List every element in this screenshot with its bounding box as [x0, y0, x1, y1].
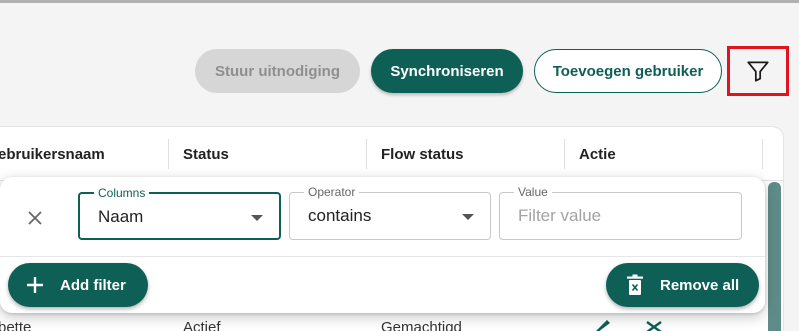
- column-header-action[interactable]: Actie: [579, 127, 616, 181]
- column-separator: [762, 139, 763, 169]
- add-user-button[interactable]: Toevoegen gebruiker: [534, 49, 722, 93]
- filter-icon: [747, 61, 769, 82]
- top-divider: [0, 0, 799, 3]
- value-input[interactable]: Value Filter value: [499, 184, 742, 240]
- column-header-username[interactable]: ebruikersnaam: [0, 127, 105, 181]
- edit-icon[interactable]: [592, 316, 612, 331]
- columns-label: Columns: [94, 185, 150, 201]
- operator-select[interactable]: Operator contains: [289, 184, 491, 240]
- delete-row-icon[interactable]: [644, 316, 664, 331]
- remove-all-button[interactable]: Remove all: [606, 263, 759, 307]
- column-header-flow-status[interactable]: Flow status: [381, 127, 464, 181]
- columns-select[interactable]: Columns Naam: [78, 185, 281, 240]
- plus-icon: [27, 277, 43, 293]
- filter-button[interactable]: [727, 46, 789, 96]
- chevron-down-icon: [462, 214, 474, 220]
- row-status: Actief: [183, 319, 221, 331]
- filter-panel: Columns Naam Operator contains Value Fil…: [0, 177, 765, 313]
- column-separator: [168, 139, 169, 169]
- remove-all-label: Remove all: [660, 276, 740, 294]
- add-filter-label: Add filter: [60, 276, 126, 294]
- table-scrollbar[interactable]: [768, 182, 781, 331]
- trash-icon: [627, 274, 643, 295]
- value-label: Value: [514, 184, 552, 200]
- columns-value: Naam: [98, 207, 144, 226]
- value-placeholder: Filter value: [518, 206, 602, 225]
- add-filter-button[interactable]: Add filter: [8, 263, 148, 307]
- send-invitation-button[interactable]: Stuur uitnodiging: [195, 49, 360, 93]
- table-header: ebruikersnaam Status Flow status Actie: [0, 127, 784, 181]
- row-username: bette: [0, 319, 32, 331]
- row-flow-status: Gemachtigd: [381, 319, 462, 331]
- panel-divider: [0, 256, 765, 257]
- operator-label: Operator: [304, 184, 360, 200]
- remove-filter-button[interactable]: [24, 207, 46, 229]
- column-separator: [366, 139, 367, 169]
- column-separator: [564, 139, 565, 169]
- column-header-status[interactable]: Status: [183, 127, 229, 181]
- operator-value: contains: [308, 206, 372, 225]
- chevron-down-icon: [251, 215, 263, 221]
- synchronize-button[interactable]: Synchroniseren: [371, 49, 523, 93]
- close-icon: [28, 211, 42, 225]
